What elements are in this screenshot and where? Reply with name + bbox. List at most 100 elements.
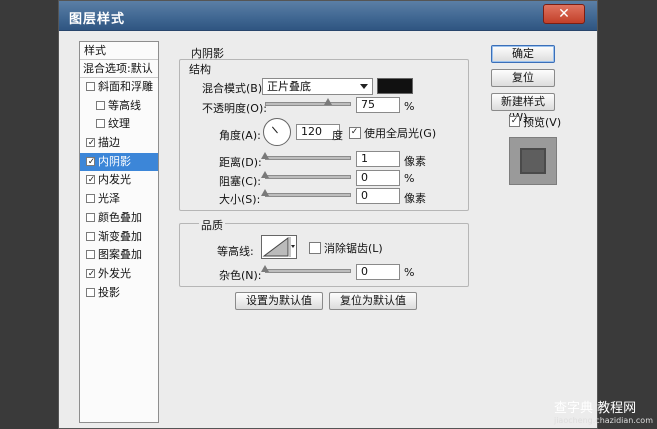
global-light-label: 使用全局光(G) <box>364 127 437 140</box>
style-list-item[interactable]: 颜色叠加 <box>80 209 158 228</box>
contour-label: 等高线: <box>217 245 254 258</box>
distance-input[interactable]: 1 <box>356 151 400 167</box>
style-checkbox[interactable] <box>86 194 95 204</box>
style-checkbox[interactable] <box>86 82 95 91</box>
opacity-input[interactable]: 75 <box>356 97 400 113</box>
new-style-button[interactable]: 新建样式(W)... <box>491 93 555 124</box>
style-list-header[interactable]: 样式 <box>80 42 158 60</box>
blend-mode-label: 混合模式(B): <box>202 82 266 95</box>
style-list-item-label: 纹理 <box>108 117 130 131</box>
style-list-item[interactable]: 渐变叠加 <box>80 228 158 247</box>
size-unit: 像素 <box>404 192 426 205</box>
preview-toggle[interactable]: 预览(V) <box>509 114 561 130</box>
style-list: 样式 混合选项:默认 斜面和浮雕等高线纹理描边内阴影内发光光泽颜色叠加渐变叠加图… <box>79 41 159 423</box>
size-label: 大小(S): <box>219 193 261 206</box>
style-list-item-label: 外发光 <box>98 266 131 280</box>
right-background <box>598 0 657 429</box>
style-list-item-label: 描边 <box>98 136 120 150</box>
style-list-item[interactable]: 纹理 <box>80 115 158 134</box>
distance-slider[interactable] <box>265 156 351 160</box>
reset-default-button[interactable]: 复位为默认值 <box>329 292 417 310</box>
size-slider[interactable] <box>265 193 351 197</box>
style-checkbox[interactable] <box>86 268 96 278</box>
quality-title: 品质 <box>199 217 225 233</box>
left-background <box>0 0 58 429</box>
style-checkbox[interactable] <box>86 138 96 148</box>
style-preview-swatch <box>520 148 546 174</box>
watermark-sub: jiaocheng.chazidian.com <box>553 416 653 425</box>
style-list-item[interactable]: 斜面和浮雕 <box>80 78 158 97</box>
choke-slider[interactable] <box>265 175 351 179</box>
title-bar: 图层样式 ✕ <box>59 1 597 31</box>
opacity-slider-thumb[interactable] <box>324 98 332 105</box>
reset-button[interactable]: 复位 <box>491 69 555 87</box>
global-light-toggle[interactable]: 使用全局光(G) <box>349 125 436 141</box>
style-checkbox[interactable] <box>86 212 95 222</box>
style-list-item[interactable]: 内阴影 <box>80 152 158 172</box>
noise-slider-thumb[interactable] <box>261 265 269 272</box>
set-default-button[interactable]: 设置为默认值 <box>235 292 323 310</box>
angle-label: 角度(A): <box>219 129 261 142</box>
contour-picker[interactable] <box>261 235 297 259</box>
layer-style-dialog: 图层样式 ✕ 样式 混合选项:默认 斜面和浮雕等高线纹理描边内阴影内发光光泽颜色… <box>58 0 598 429</box>
style-list-item-label: 图案叠加 <box>98 248 142 262</box>
style-list-item[interactable]: 等高线 <box>80 97 158 116</box>
close-button[interactable]: ✕ <box>543 4 585 24</box>
chevron-down-icon <box>360 84 368 89</box>
preview-checkbox[interactable] <box>509 116 520 127</box>
distance-slider-thumb[interactable] <box>261 152 269 159</box>
antialias-label: 消除锯齿(L) <box>324 242 383 255</box>
style-checkbox[interactable] <box>86 156 96 166</box>
style-list-item-label: 内发光 <box>98 173 131 187</box>
style-list-item-label: 投影 <box>98 285 120 299</box>
distance-unit: 像素 <box>404 155 426 168</box>
style-list-item[interactable]: 光泽 <box>80 190 158 209</box>
distance-label: 距离(D): <box>219 156 262 169</box>
structure-title: 结构 <box>189 63 211 76</box>
choke-label: 阻塞(C): <box>219 175 261 188</box>
style-list-item[interactable]: 内发光 <box>80 171 158 190</box>
size-slider-thumb[interactable] <box>261 189 269 196</box>
style-list-item[interactable]: 外发光 <box>80 265 158 284</box>
style-checkbox[interactable] <box>86 250 95 260</box>
style-list-item-label: 等高线 <box>108 98 141 112</box>
noise-label: 杂色(N): <box>219 269 262 282</box>
style-checkbox[interactable] <box>96 119 105 129</box>
choke-unit: % <box>404 172 415 185</box>
choke-slider-thumb[interactable] <box>261 171 269 178</box>
style-list-item-label: 渐变叠加 <box>98 229 142 243</box>
angle-dial[interactable] <box>263 118 291 146</box>
style-list-item[interactable]: 图案叠加 <box>80 246 158 265</box>
noise-input[interactable]: 0 <box>356 264 400 280</box>
style-checkbox[interactable] <box>86 287 95 297</box>
style-checkbox[interactable] <box>86 231 95 241</box>
style-checkbox[interactable] <box>86 175 96 185</box>
shadow-color-swatch[interactable] <box>377 78 413 94</box>
ok-button[interactable]: 确定 <box>491 45 555 63</box>
global-light-checkbox[interactable] <box>349 127 361 139</box>
blending-options-item[interactable]: 混合选项:默认 <box>80 60 158 78</box>
style-checkbox[interactable] <box>96 100 105 110</box>
antialias-toggle[interactable]: 消除锯齿(L) <box>309 240 383 256</box>
angle-unit: 度 <box>332 129 343 142</box>
opacity-slider[interactable] <box>265 102 351 106</box>
blend-mode-value: 正片叠底 <box>267 80 311 93</box>
style-list-item-label: 内阴影 <box>98 154 131 168</box>
style-list-item[interactable]: 投影 <box>80 284 158 303</box>
opacity-label: 不透明度(O): <box>202 102 267 115</box>
choke-input[interactable]: 0 <box>356 170 400 186</box>
antialias-checkbox[interactable] <box>309 242 321 254</box>
style-list-item-label: 光泽 <box>98 192 120 206</box>
style-list-item-label: 颜色叠加 <box>98 210 142 224</box>
style-list-item[interactable]: 描边 <box>80 134 158 153</box>
blend-mode-select[interactable]: 正片叠底 <box>262 78 373 95</box>
style-preview <box>509 137 557 185</box>
noise-unit: % <box>404 266 415 279</box>
style-list-item-label: 斜面和浮雕 <box>98 80 153 93</box>
preview-label: 预览(V) <box>523 116 562 129</box>
dialog-title: 图层样式 <box>69 12 126 27</box>
contour-curve-icon <box>262 237 295 257</box>
size-input[interactable]: 0 <box>356 188 400 204</box>
noise-slider[interactable] <box>265 269 351 273</box>
watermark-text: 查字典 教程网 <box>553 401 637 416</box>
